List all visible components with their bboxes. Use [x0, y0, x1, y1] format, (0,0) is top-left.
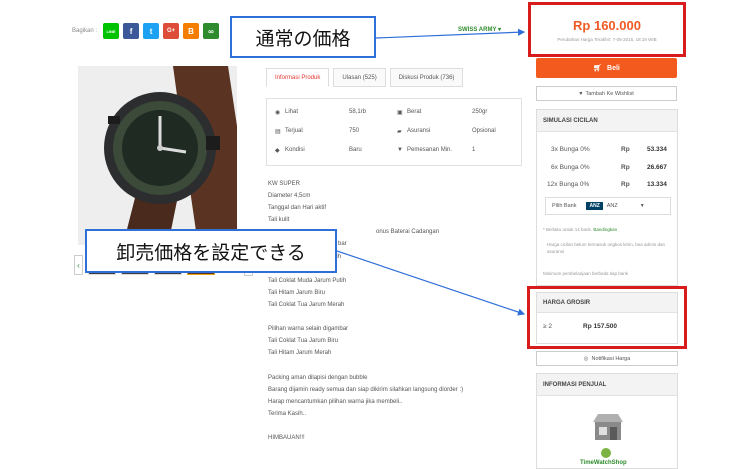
price-notification-label: Notifikasi Harga: [591, 355, 631, 362]
buy-button[interactable]: 🛒︎ Beli: [536, 58, 677, 78]
blogger-share-icon[interactable]: B: [183, 23, 200, 39]
info-value: 58,1rb: [349, 109, 367, 115]
info-value: 250gr: [472, 109, 488, 115]
installment-note: Harga cicilan belum termasuk ongkos kiri…: [543, 241, 675, 255]
panel-title: INFORMASI PENJUAL: [537, 374, 677, 396]
twitter-share-icon[interactable]: t: [143, 23, 160, 39]
share-label: Bagikan :: [72, 28, 98, 34]
installment-amount: 13.334: [647, 181, 667, 188]
description-line: HIMBAUAN!!!: [268, 434, 305, 441]
wholesale-callout: 卸売価格を設定できる: [85, 229, 337, 273]
table-row: ▤ Terjual 750 ▰ Asuransi Opsional: [267, 128, 521, 140]
google-plus-share-icon[interactable]: G+: [163, 23, 180, 39]
wishlist-button[interactable]: ♥ Tambah Ke Wishlist: [536, 86, 677, 101]
truck-icon: ▰: [397, 129, 402, 135]
info-value: 1: [472, 147, 476, 153]
bank-select-label: Pilih Bank: [552, 203, 577, 209]
description-line: Tanggal dan Hari aktif: [268, 205, 327, 212]
description-line: Tali kulit: [268, 217, 290, 224]
description-line: Harap mencantumkan pilihan warna jika me…: [268, 398, 403, 405]
regular-price-callout: 通常の価格: [230, 16, 376, 58]
info-key: Berat: [407, 109, 422, 115]
info-value: Opsional: [472, 128, 496, 134]
share-bar: Bagikan : LINE f t G+ B ∞: [72, 22, 223, 40]
info-key: Terjual: [285, 128, 303, 134]
cart-icon: 🛒︎: [593, 65, 603, 72]
installment-term: 3x Bunga 0%: [551, 146, 590, 153]
table-row: ◆ Kondisi Baru ▼ Pemesanan Min. 1: [267, 147, 521, 159]
installment-currency: Rp: [621, 146, 630, 153]
panel-title: SIMULASI CICILAN: [537, 110, 677, 132]
installment-amount: 26.667: [647, 164, 667, 171]
description-line: Terima Kasih..: [268, 410, 307, 417]
installment-amount: 53.334: [647, 146, 667, 153]
tab-diskusi-produk[interactable]: Diskusi Produk (736): [389, 68, 464, 87]
description-line: Diameter 4,5cm: [268, 193, 311, 200]
star-icon: *: [543, 227, 545, 232]
product-tabs: Informasi Produk Ulasan (525) Diskusi Pr…: [266, 68, 467, 87]
cart-icon: ▼: [397, 147, 403, 153]
thumbnail-prev-icon[interactable]: ‹: [74, 255, 83, 275]
info-value: Baru: [349, 147, 362, 153]
installment-currency: Rp: [621, 164, 630, 171]
wishlist-button-label: Tambah Ke Wishlist: [585, 90, 634, 97]
seller-name[interactable]: TimeWatchShop: [580, 460, 627, 466]
installment-note: * Berlaku untuk 14 bank. Bandingkan: [543, 226, 675, 233]
description-line: Barang dijamin ready semua dan siap diki…: [268, 386, 464, 393]
description-line: [268, 311, 528, 323]
description-line: Packing aman dilapisi dengan bubble: [268, 374, 368, 381]
info-key: Asuransi: [407, 128, 431, 134]
price-highlight-box: [528, 2, 686, 57]
bell-icon: ◎: [583, 355, 589, 362]
description-line: [268, 420, 528, 432]
installment-note: Minimum pembelanjaan berbeda tiap bank: [543, 270, 675, 277]
product-photo[interactable]: [78, 66, 237, 245]
description-line: Tali Hitam Jarum Biru: [268, 289, 326, 296]
wholesale-highlight-box: [527, 286, 687, 349]
facebook-share-icon[interactable]: f: [123, 23, 140, 39]
description-line: [268, 359, 528, 371]
product-description: KW SUPER Diameter 4,5cm Tanggal dan Hari…: [268, 178, 528, 444]
description-line: Pilihan warna selain digambar: [268, 326, 349, 333]
tag-icon: ◆: [275, 148, 280, 154]
description-line: Tali Coklat Muda Jarum Putih: [268, 277, 347, 284]
price-notification-button[interactable]: ◎ Notifikasi Harga: [536, 351, 678, 366]
bag-icon: ▤: [275, 129, 281, 135]
info-key: Pemesanan Min.: [407, 147, 453, 153]
description-line: Tali Coklat Tua Jarum Biru: [268, 338, 339, 345]
compare-link[interactable]: Bandingkan: [593, 227, 617, 232]
installment-term: 6x Bunga 0%: [551, 164, 590, 171]
installment-note-text: Minimum pembelanjaan berbeda tiap bank: [543, 271, 629, 276]
installment-currency: Rp: [621, 181, 630, 188]
heart-icon: ♥: [579, 90, 583, 97]
description-line: Tali Coklat Tua Jarum Merah: [268, 301, 345, 308]
installment-note-text: Harga cicilan belum termasuk ongkos kiri…: [547, 242, 666, 254]
brand-link[interactable]: SWISS ARMY ▾: [458, 26, 501, 33]
tab-informasi-produk[interactable]: Informasi Produk: [266, 68, 330, 87]
tab-ulasan[interactable]: Ulasan (525): [333, 68, 386, 87]
seller-info-panel: INFORMASI PENJUAL TimeWatchShop: [536, 373, 678, 469]
line-share-icon[interactable]: LINE: [103, 23, 120, 39]
info-key: Lihat: [285, 109, 299, 115]
description-line: Tali Hitam Jarum Merah: [268, 350, 332, 357]
bank-select-value: ANZ: [606, 203, 618, 209]
anz-logo: ANZ: [586, 202, 603, 210]
seller-badge-icon: [601, 448, 611, 458]
shop-icon: [593, 414, 623, 440]
info-key: Kondisi: [285, 147, 305, 153]
bank-select[interactable]: Pilih Bank ANZ ANZ ▼: [545, 197, 671, 215]
info-value: 750: [349, 128, 360, 134]
chevron-down-icon: ▼: [639, 203, 645, 209]
price-callout-arrow: [375, 28, 526, 39]
copy-link-icon[interactable]: ∞: [203, 23, 220, 39]
installment-simulation-panel: SIMULASI CICILAN 3x Bunga 0% Rp 53.334 6…: [536, 109, 678, 286]
table-row: ◉ Lihat 58,1rb ▣ Berat 250gr: [267, 109, 521, 121]
product-info-table: ◉ Lihat 58,1rb ▣ Berat 250gr ▤ Terjual 7…: [266, 98, 522, 166]
weight-icon: ▣: [397, 110, 403, 116]
installment-term: 12x Bunga 0%: [547, 181, 590, 188]
eye-icon: ◉: [275, 110, 281, 116]
description-line: KW SUPER: [268, 181, 301, 187]
installment-note-text: Berlaku untuk 14 bank.: [546, 227, 593, 232]
buy-button-label: Beli: [607, 64, 620, 72]
